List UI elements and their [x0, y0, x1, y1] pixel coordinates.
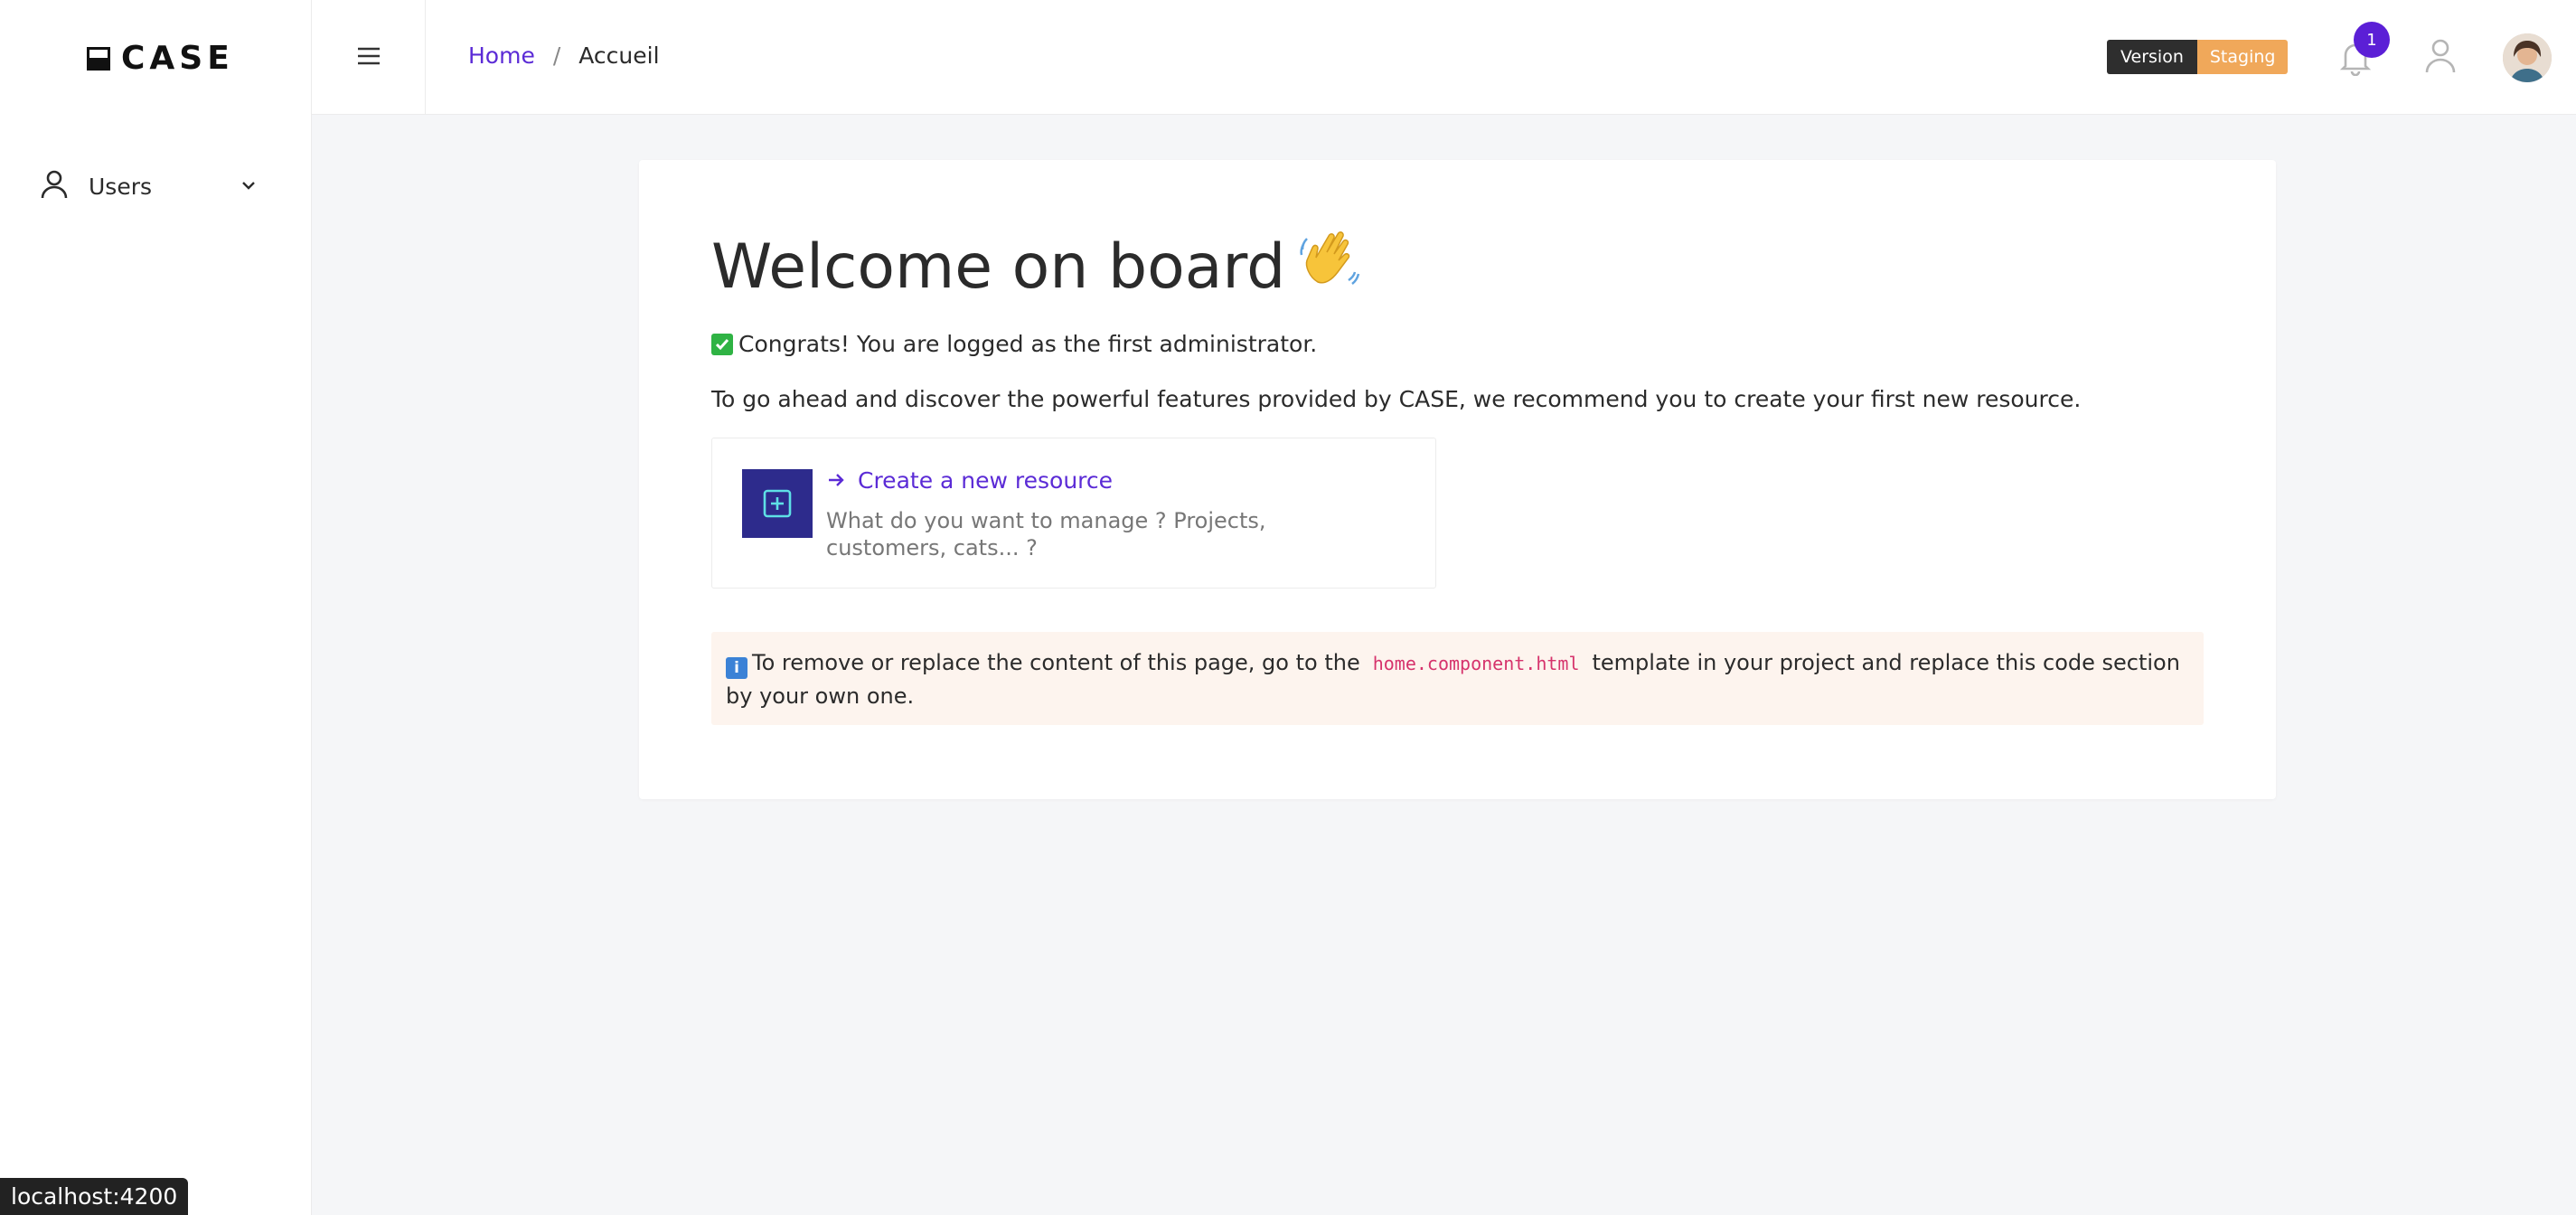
notice-text-before: To remove or replace the content of this…: [752, 650, 1360, 675]
create-resource-link[interactable]: Create a new resource: [827, 467, 1113, 494]
congrats-text: Congrats! You are logged as the first ad…: [738, 331, 1318, 357]
notice-code: home.component.html: [1372, 653, 1580, 674]
logo-mark-icon: [87, 46, 110, 71]
sidebar-item-users[interactable]: Users: [40, 166, 266, 206]
sidebar: CASE Users: [0, 0, 312, 1215]
plus-square-icon: [742, 469, 813, 538]
chevron-down-icon[interactable]: [239, 175, 259, 199]
user-icon[interactable]: [2424, 38, 2457, 78]
version-badge: Version Staging: [2107, 40, 2289, 74]
arrow-right-icon: [827, 467, 845, 494]
intro-text: To go ahead and discover the powerful fe…: [711, 386, 2082, 412]
notification-count-badge: 1: [2354, 22, 2390, 58]
breadcrumb-current: Accueil: [578, 42, 660, 69]
sidebar-item-label: Users: [89, 173, 153, 200]
status-bar-url: localhost:4200: [0, 1178, 189, 1215]
breadcrumb-home-link[interactable]: Home: [468, 42, 535, 69]
create-resource-label: Create a new resource: [858, 467, 1114, 494]
page-title: Welcome on board: [711, 228, 1361, 306]
hamburger-icon: [357, 46, 381, 70]
breadcrumb-separator: /: [552, 42, 561, 69]
user-icon: [40, 169, 69, 203]
waving-hand-icon: [1298, 228, 1361, 306]
info-icon: i: [726, 657, 747, 679]
page-title-text: Welcome on board: [711, 231, 1286, 303]
create-resource-card[interactable]: Create a new resource What do you want t…: [711, 438, 1436, 589]
environment-label: Staging: [2196, 40, 2289, 74]
logo-text: CASE: [121, 40, 234, 77]
info-notice: i To remove or replace the content of thi…: [711, 632, 2204, 725]
breadcrumb: Home / Accueil: [468, 42, 660, 69]
create-resource-description: What do you want to manage ? Projects, c…: [826, 508, 1266, 560]
congrats-message: Congrats! You are logged as the first ad…: [711, 331, 1317, 357]
logo[interactable]: CASE: [87, 40, 234, 77]
check-mark-icon: [711, 333, 733, 355]
welcome-card: Welcome on board Congrats! You are logge…: [639, 160, 2276, 799]
hamburger-menu-button[interactable]: [312, 0, 426, 115]
version-label: Version: [2107, 40, 2197, 74]
avatar[interactable]: [2503, 33, 2552, 82]
